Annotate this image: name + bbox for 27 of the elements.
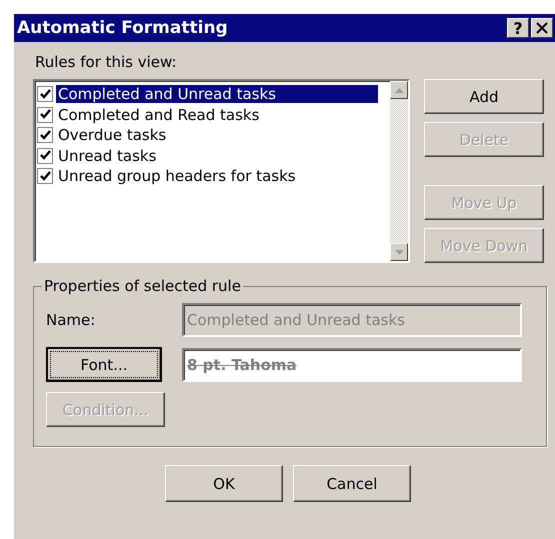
close-button[interactable]: [531, 18, 553, 38]
down-arrow-icon: [394, 250, 404, 254]
window-title: Automatic Formatting: [17, 18, 229, 38]
rule-item[interactable]: Overdue tasks: [56, 126, 168, 144]
up-arrow-icon: [394, 88, 404, 92]
name-label: Name:: [46, 311, 96, 329]
rule-action-button[interactable]: Add: [424, 79, 544, 114]
font-button[interactable]: Font...: [46, 347, 162, 382]
checkbox[interactable]: [37, 127, 53, 144]
help-button[interactable]: ?: [507, 18, 529, 38]
font-preview: 8 pt. Tahoma: [187, 356, 297, 374]
rule-item[interactable]: Completed and Read tasks: [56, 106, 262, 124]
dialog-button[interactable]: Cancel: [293, 465, 411, 502]
rule-item[interactable]: Completed and Unread tasks: [56, 85, 378, 104]
scrollbar[interactable]: [390, 81, 408, 261]
close-icon: [536, 22, 548, 34]
group-title: Properties of selected rule: [43, 277, 242, 295]
checkbox[interactable]: [37, 168, 53, 184]
checkbox[interactable]: [37, 86, 53, 102]
rules-label: Rules for this view:: [35, 53, 177, 71]
checkbox[interactable]: [37, 148, 53, 164]
checkbox[interactable]: [37, 106, 53, 123]
dialog-button[interactable]: OK: [165, 465, 283, 502]
rule-item[interactable]: Unread tasks: [56, 146, 158, 165]
scroll-up-button[interactable]: [390, 81, 408, 99]
scroll-down-button[interactable]: [390, 243, 408, 261]
rule-item[interactable]: Unread group headers for tasks: [56, 167, 298, 186]
